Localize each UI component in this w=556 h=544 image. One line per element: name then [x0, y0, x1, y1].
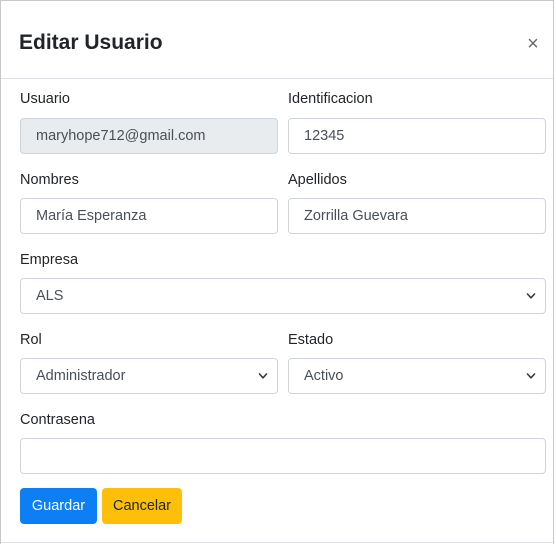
close-button[interactable]: × [523, 34, 543, 54]
usuario-label: Usuario [20, 91, 70, 107]
identificacion-field[interactable]: 12345 [288, 118, 546, 154]
modal-header: Editar Usuario × [1, 1, 553, 79]
cancel-button[interactable]: Cancelar [102, 488, 182, 524]
identificacion-label: Identificacion [288, 91, 373, 107]
empresa-select-value: ALS [36, 288, 64, 304]
estado-select[interactable]: Activo [288, 358, 546, 394]
contrasena-field[interactable] [20, 438, 546, 474]
rol-select[interactable]: Administrador [20, 358, 278, 394]
estado-select-value: Activo [304, 368, 344, 384]
nombres-field[interactable]: María Esperanza [20, 198, 278, 234]
empresa-select[interactable]: ALS [20, 278, 546, 314]
nombres-label: Nombres [20, 172, 79, 188]
modal-title: Editar Usuario [19, 31, 163, 54]
chevron-down-icon [526, 293, 536, 299]
rol-select-value: Administrador [36, 368, 126, 384]
edit-user-modal: Editar Usuario × Usuario maryhope712@gma… [0, 0, 555, 544]
chevron-down-icon [526, 373, 536, 379]
contrasena-label: Contrasena [20, 412, 95, 428]
chevron-down-icon [258, 373, 268, 379]
close-icon: × [527, 33, 539, 55]
usuario-field[interactable]: maryhope712@gmail.com [20, 118, 278, 154]
estado-label: Estado [288, 332, 334, 348]
save-button[interactable]: Guardar [20, 488, 97, 524]
apellidos-field[interactable]: Zorrilla Guevara [288, 198, 546, 234]
modal-bottom-divider [1, 542, 555, 543]
rol-label: Rol [20, 332, 42, 348]
empresa-label: Empresa [20, 252, 79, 268]
apellidos-label: Apellidos [288, 172, 347, 188]
